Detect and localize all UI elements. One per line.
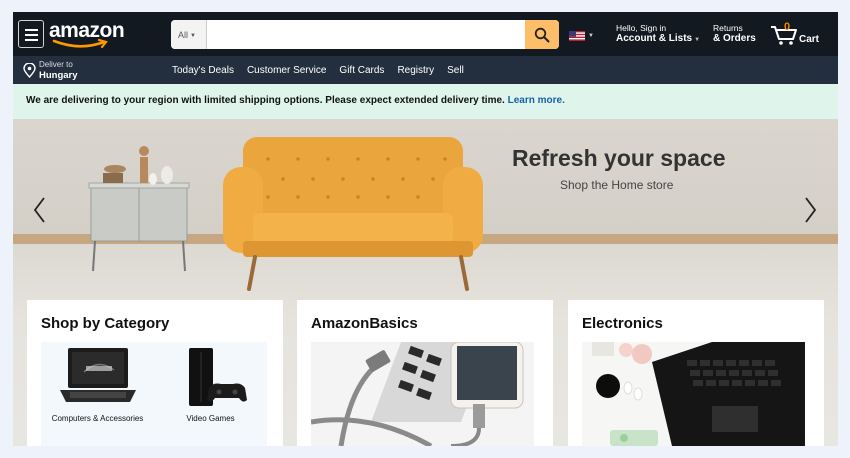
chevron-left-icon	[33, 197, 45, 223]
amazon-logo[interactable]: amazon	[49, 17, 125, 51]
returns-and-orders[interactable]: Returns & Orders	[713, 23, 756, 45]
orders-label: & Orders	[713, 33, 756, 44]
hero-title: Refresh your space	[512, 145, 726, 171]
caret-down-icon: ▼	[588, 33, 594, 39]
hamburger-menu-icon[interactable]	[18, 20, 44, 48]
cart-count: 0	[784, 21, 791, 33]
returns-label: Returns	[713, 23, 743, 33]
account-lists-label: Account & Lists	[616, 33, 693, 44]
cart-label: Cart	[799, 34, 820, 45]
us-flag-icon[interactable]	[569, 31, 585, 41]
amazonbasics-image[interactable]	[311, 342, 534, 446]
cable-and-phone-image	[311, 342, 534, 446]
category-tile-computers[interactable]: Computers & Accessories	[41, 342, 154, 446]
sub-nav-links: Today's Deals Customer Service Gift Card…	[172, 56, 477, 84]
todays-deals-link[interactable]: Today's Deals	[172, 65, 234, 76]
chevron-right-icon	[805, 197, 817, 223]
account-greeting: Hello, Sign in	[616, 23, 667, 33]
sub-nav: Deliver to Hungary Today's Deals Custome…	[13, 56, 838, 84]
search-input[interactable]	[207, 20, 525, 49]
account-and-lists[interactable]: Hello, Sign in Account & Lists ▼	[616, 23, 700, 46]
amazon-page: amazon All ▼ ▼ Hello, Sign in Account & …	[13, 12, 838, 446]
category-label: Video Games	[186, 414, 235, 423]
search-button[interactable]	[525, 20, 559, 49]
search-bar: All ▼	[171, 20, 559, 49]
shop-by-category-card: Shop by Category Computers & Accessories	[27, 300, 283, 446]
category-grid: Computers & Accessories Video Games	[41, 342, 267, 446]
card-title[interactable]: Electronics	[582, 315, 810, 332]
cart-button[interactable]: 0 Cart	[770, 21, 830, 49]
electronics-image[interactable]	[582, 342, 805, 446]
card-title[interactable]: AmazonBasics	[311, 315, 539, 332]
electronics-card: Electronics	[568, 300, 824, 446]
caret-down-icon: ▼	[694, 37, 701, 43]
learn-more-link[interactable]: Learn more.	[508, 95, 565, 106]
search-category-select[interactable]: All ▼	[171, 20, 207, 49]
laptop-desk-image	[582, 342, 805, 446]
hero-subtitle: Shop the Home store	[560, 178, 674, 192]
location-pin-icon	[23, 63, 36, 78]
deliver-to-label: Deliver to	[39, 60, 73, 69]
search-category-label: All	[178, 30, 189, 40]
shipping-notice-text: We are delivering to your region with li…	[26, 95, 505, 106]
shipping-notice: We are delivering to your region with li…	[13, 84, 838, 119]
card-title[interactable]: Shop by Category	[41, 315, 269, 332]
registry-link[interactable]: Registry	[397, 65, 434, 76]
smile-icon	[52, 39, 108, 49]
laptop-icon	[59, 348, 136, 402]
category-tile-video-games[interactable]: Video Games	[154, 342, 267, 446]
sell-link[interactable]: Sell	[447, 65, 464, 76]
caret-down-icon: ▼	[190, 33, 196, 39]
hero-furniture-image	[88, 137, 483, 291]
gift-cards-link[interactable]: Gift Cards	[339, 65, 384, 76]
customer-service-link[interactable]: Customer Service	[247, 65, 326, 76]
carousel-prev-button[interactable]	[29, 195, 49, 225]
search-icon	[534, 27, 550, 42]
game-console-icon	[188, 348, 247, 406]
deliver-country: Hungary	[39, 70, 78, 81]
top-nav: amazon All ▼ ▼ Hello, Sign in Account & …	[13, 12, 838, 56]
amazonbasics-card: AmazonBasics	[297, 300, 553, 446]
category-label: Computers & Accessories	[51, 414, 144, 423]
carousel-next-button[interactable]	[801, 195, 821, 225]
